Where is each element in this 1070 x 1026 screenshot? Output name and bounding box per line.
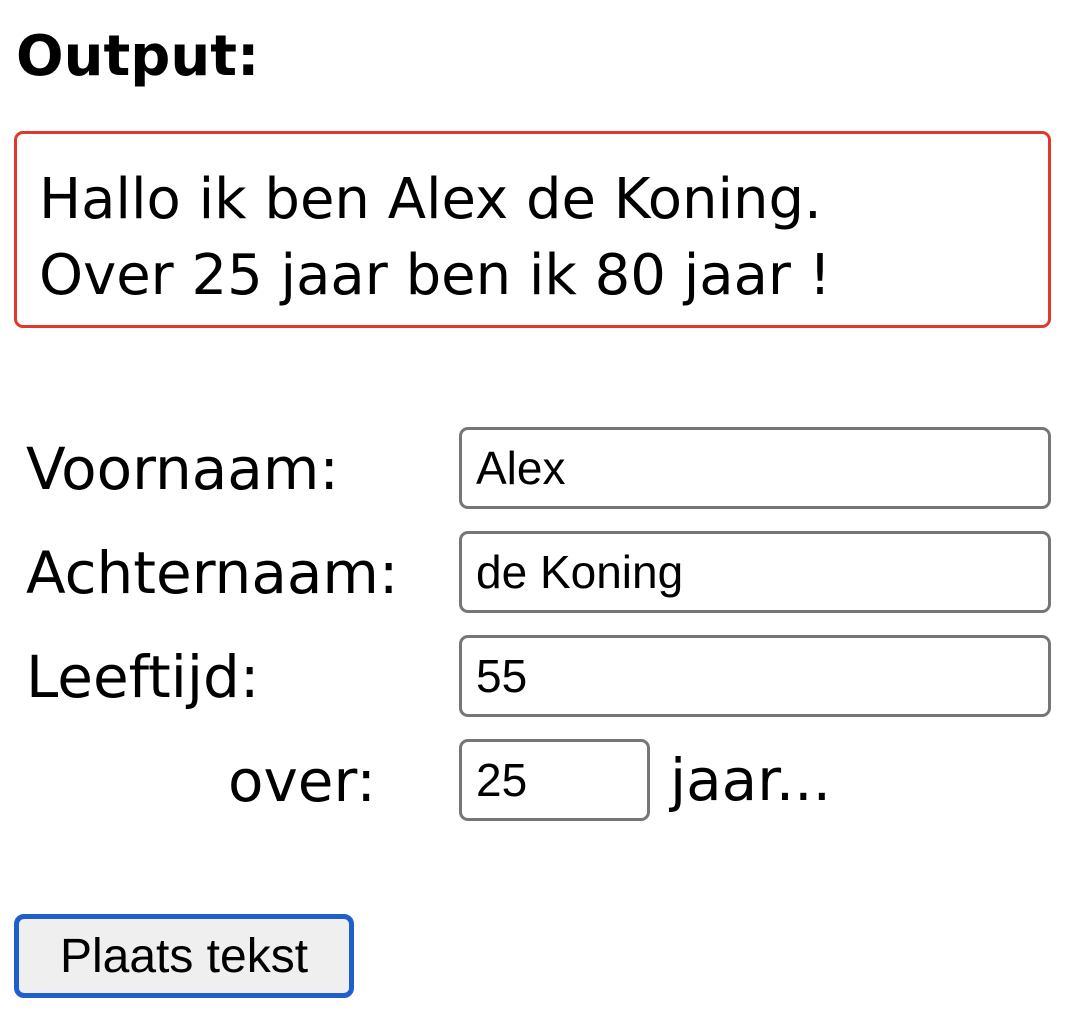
years-label: over:: [228, 747, 376, 815]
output-heading: Output:: [16, 24, 260, 89]
years-suffix: jaar...: [670, 746, 832, 814]
output-box: Hallo ik ben Alex de Koning. Over 25 jaa…: [14, 131, 1051, 328]
age-label: Leeftijd:: [26, 643, 260, 711]
output-line-1: Hallo ik ben Alex de Koning.: [39, 167, 822, 232]
firstname-input[interactable]: [459, 427, 1051, 509]
years-input[interactable]: [459, 739, 650, 821]
place-text-button[interactable]: Plaats tekst: [14, 914, 354, 998]
output-line-2: Over 25 jaar ben ik 80 jaar !: [39, 243, 832, 308]
lastname-label: Achternaam:: [26, 539, 399, 607]
lastname-input[interactable]: [459, 531, 1051, 613]
firstname-label: Voornaam:: [26, 435, 339, 503]
age-input[interactable]: [459, 635, 1051, 717]
